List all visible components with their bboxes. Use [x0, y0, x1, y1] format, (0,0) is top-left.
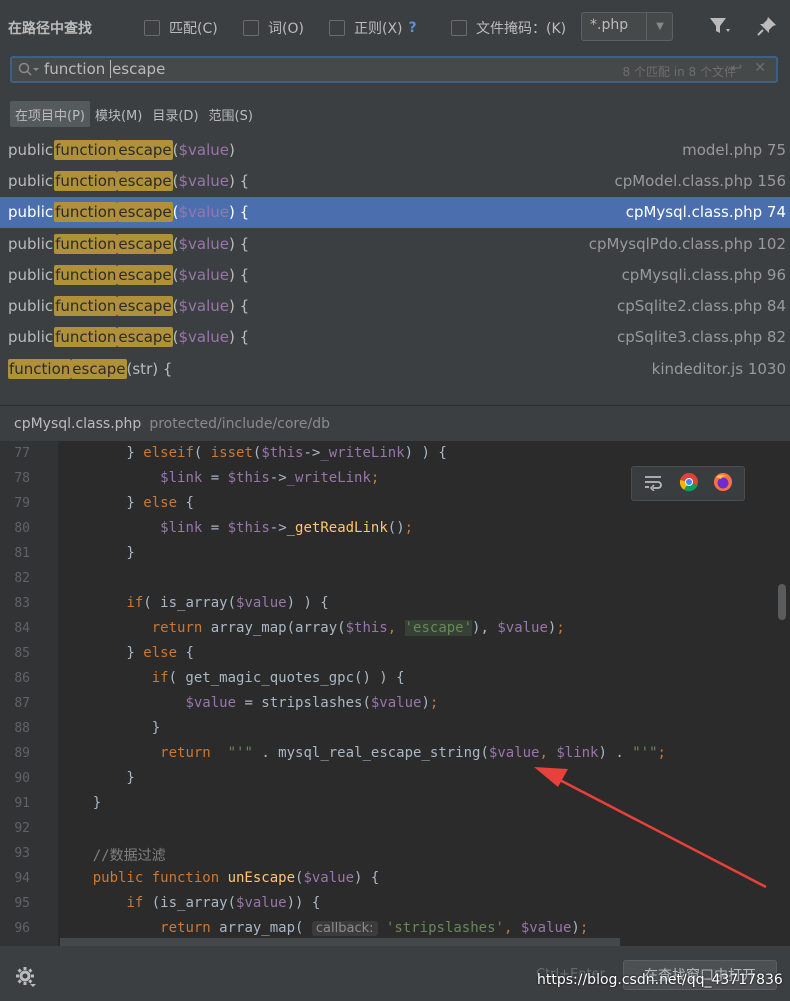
result-row[interactable]: public function escape($value) { cpModel.cl… — [0, 165, 790, 196]
line-number: 83 — [14, 596, 30, 611]
result-snippet: public function escape($value) { — [8, 327, 250, 348]
code-line: $value = stripslashes($value); — [185, 695, 439, 711]
line-number: 86 — [14, 671, 30, 686]
code-line: public function unEscape($value) { — [59, 870, 380, 886]
result-row[interactable]: public function escape($value) { cpMysqlPdo… — [0, 228, 790, 259]
results-list: public function escape($value) model.php 75… — [0, 134, 790, 384]
tab-project[interactable]: 在项目中(P) — [10, 101, 90, 127]
result-file: cpMysql.class.php 74 — [625, 203, 786, 222]
tab-scope[interactable]: 范围(S) — [204, 101, 258, 127]
result-snippet: public function escape($value) { — [8, 264, 250, 285]
tab-module[interactable]: 模块(M) — [90, 101, 147, 127]
line-number: 80 — [14, 521, 30, 536]
code-line: } — [59, 795, 102, 811]
match-case-checkbox[interactable]: 匹配(C) — [144, 18, 218, 38]
line-number: 88 — [14, 721, 30, 736]
line-number: 96 — [14, 921, 30, 936]
line-number: 92 — [14, 821, 30, 836]
soft-wrap-icon[interactable] — [643, 473, 665, 495]
scope-tabs: 在项目中(P) 模块(M) 目录(D) 范围(S) — [10, 101, 258, 127]
chevron-down-icon[interactable]: ▼ — [646, 13, 673, 40]
code-line: } else { — [59, 645, 194, 661]
line-number: 78 — [14, 471, 30, 486]
code-line: $link = $this->_writeLink; — [160, 470, 380, 486]
editor-floating-toolbar — [631, 466, 745, 501]
result-file: cpMysqlPdo.class.php 102 — [588, 234, 786, 253]
regex-checkbox[interactable]: 正则(X)? — [329, 18, 417, 38]
code-line: if( get_magic_quotes_gpc() ) { — [151, 670, 405, 686]
result-row[interactable]: public function escape($value) { cpMysql.cl… — [0, 196, 790, 228]
result-snippet: public function escape($value) { — [8, 233, 250, 254]
tab-directory[interactable]: 目录(D) — [147, 101, 203, 127]
result-snippet: public function escape($value) { — [8, 170, 250, 191]
words-checkbox[interactable]: 词(O) — [243, 18, 304, 38]
preview-header: cpMysql.class.php protected/include/core… — [0, 405, 790, 441]
line-number: 93 — [14, 846, 30, 861]
line-number: 89 — [14, 746, 30, 761]
line-number: 87 — [14, 696, 30, 711]
regex-help-icon[interactable]: ? — [409, 20, 417, 36]
line-number: 79 — [14, 496, 30, 511]
result-row[interactable]: public function escape($value) { cpSqlite2.… — [0, 290, 790, 321]
result-row[interactable]: function escape(str) { kindeditor.js 1030 — [0, 353, 790, 384]
code-line: } — [59, 770, 135, 786]
line-number: 82 — [14, 571, 30, 586]
code-line: //数据过滤 — [59, 848, 166, 864]
chrome-icon[interactable] — [679, 472, 699, 496]
line-number: 81 — [14, 546, 30, 561]
watermark: https://blog.csdn.net/qq_43717836 — [537, 972, 783, 988]
result-snippet: public function escape($value) — [8, 139, 235, 160]
file-mask-checkbox[interactable]: 文件掩码：(K) — [451, 18, 566, 38]
search-input[interactable]: function escape 8 个匹配 in 8 个文件 ↩ ✕ — [10, 56, 778, 83]
result-file: cpMysqli.class.php 96 — [621, 265, 786, 284]
code-line: return array_map(array($this, 'escape'),… — [151, 620, 565, 636]
result-file: cpSqlite3.class.php 82 — [617, 328, 786, 347]
line-number: 77 — [14, 446, 30, 461]
code-line: } — [59, 720, 161, 736]
result-row[interactable]: public function escape($value) model.php 75 — [0, 134, 790, 165]
result-snippet: function escape(str) { — [8, 358, 173, 379]
line-number: 91 — [14, 796, 30, 811]
result-row[interactable]: public function escape($value) { cpSqlite3.… — [0, 322, 790, 353]
file-mask-value: *.php — [590, 17, 629, 33]
dialog-footer: Ctrl+Enter 在查找窗口中打开 https://blog.csdn.ne… — [0, 946, 790, 1001]
vertical-scrollbar[interactable] — [778, 584, 786, 620]
newline-icon[interactable]: ↩ — [731, 61, 742, 76]
preview-file-path: protected/include/core/db — [149, 415, 330, 432]
red-arrow — [534, 767, 767, 889]
line-number: 94 — [14, 871, 30, 886]
result-file: kindeditor.js 1030 — [651, 359, 786, 378]
firefox-icon[interactable] — [713, 472, 733, 496]
preview-file-name: cpMysql.class.php — [14, 415, 142, 432]
horizontal-scrollbar[interactable] — [60, 938, 620, 946]
pin-icon[interactable] — [757, 16, 777, 40]
line-number: 84 — [14, 621, 30, 636]
code-line: if (is_array($value)) { — [126, 895, 321, 911]
result-snippet: public function escape($value) { — [8, 296, 250, 317]
code-line: } elseif( isset($this->_writeLink) ) { — [59, 445, 447, 461]
filter-icon[interactable] — [709, 16, 731, 40]
dialog-title: 在路径中查找 — [8, 21, 92, 37]
code-line: } else { — [59, 495, 194, 511]
match-count: 8 个匹配 in 8 个文件 — [622, 65, 736, 79]
code-line: $link = $this->_getReadLink(); — [160, 520, 414, 536]
result-file: model.php 75 — [682, 140, 786, 159]
code-line: } — [59, 545, 135, 561]
result-file: cpSqlite2.class.php 84 — [617, 297, 786, 316]
line-number: 90 — [14, 771, 30, 786]
gear-icon[interactable] — [16, 967, 36, 991]
result-file: cpModel.class.php 156 — [614, 171, 786, 190]
file-mask-dropdown[interactable]: *.php ▼ — [581, 12, 673, 41]
result-snippet: public function escape($value) { — [8, 202, 250, 223]
find-in-path-header: 在路径中查找 匹配(C) 词(O) 正则(X)? 文件掩码：(K) *.php … — [0, 0, 790, 54]
search-query: function escape — [44, 60, 166, 78]
result-row[interactable]: public function escape($value) { cpMysqli.c… — [0, 259, 790, 290]
code-line: if( is_array($value) ) { — [126, 595, 329, 611]
line-gutter: 77 78 79 80 81 82 83 84 85 86 87 88 89 90 91 92 93 94 95 96 — [0, 441, 58, 946]
search-icon[interactable] — [18, 62, 40, 82]
line-number: 95 — [14, 896, 30, 911]
clear-icon[interactable]: ✕ — [754, 60, 766, 76]
line-number: 85 — [14, 646, 30, 661]
code-line: return array_map( callback: 'stripslashe… — [160, 920, 589, 936]
